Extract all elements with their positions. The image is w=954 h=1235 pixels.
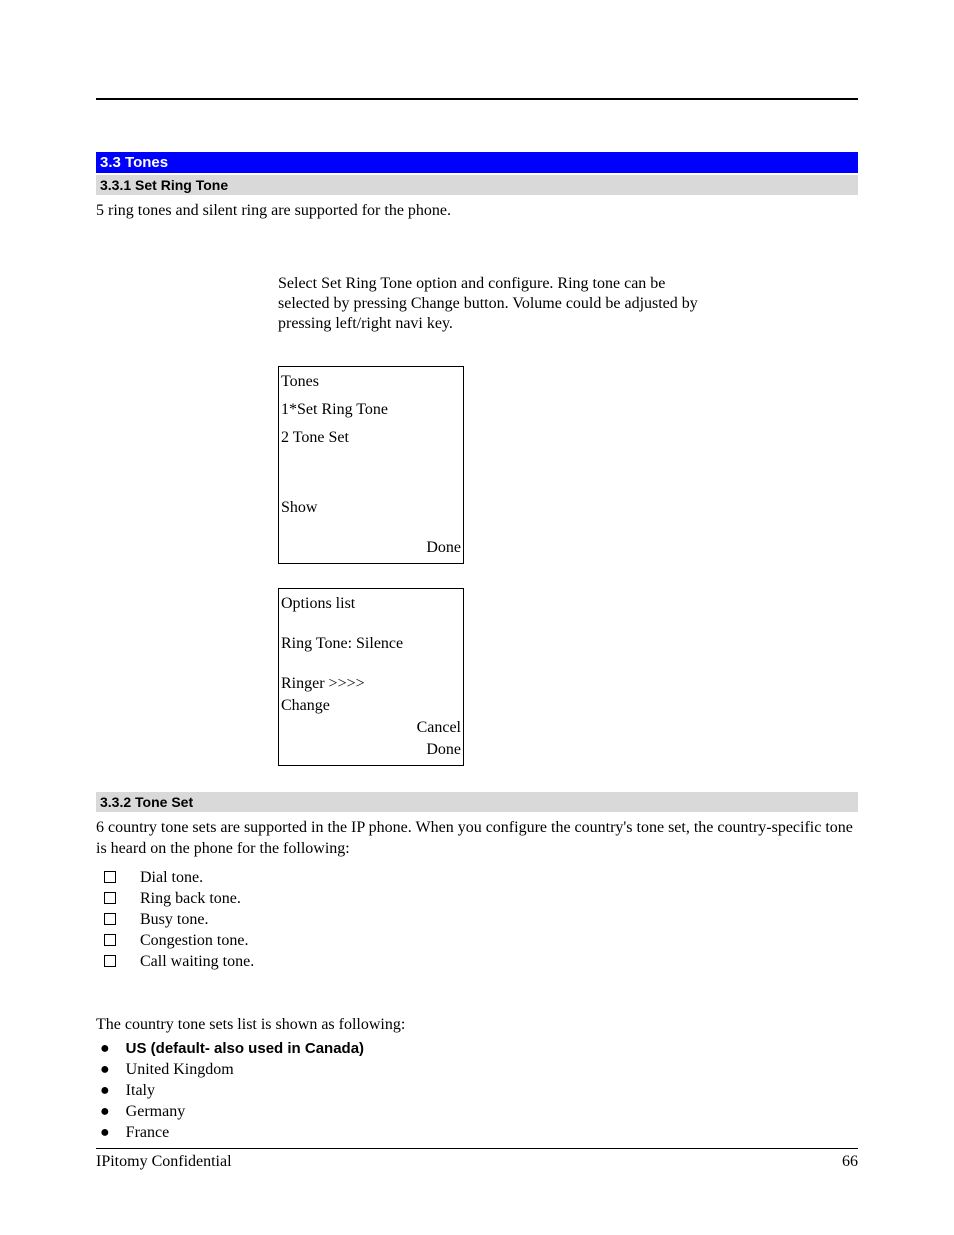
tone-type-label: Dial tone. [140,869,203,887]
page-footer: IPitomy Confidential 66 [96,1148,858,1171]
checkbox-icon [104,871,116,883]
tone-type-label: Congestion tone. [140,932,248,950]
country-label: United Kingdom [126,1061,234,1079]
list-item: ● France [96,1124,858,1142]
tone-type-label: Ring back tone. [140,890,241,908]
list-item: ● US (default- also used in Canada) [96,1040,858,1058]
screen2-softkey-change: Change [281,695,461,717]
screen1-item2: 2 Tone Set [281,427,461,449]
screen1-softkey-show: Show [281,497,461,519]
subsection2-header: 3.3.2 Tone Set [96,792,858,812]
list-item: Dial tone. [96,869,858,887]
tone-type-label: Busy tone. [140,911,208,929]
list-item: ● Italy [96,1082,858,1100]
bullet-icon: ● [100,1061,110,1079]
footer-left: IPitomy Confidential [96,1153,232,1171]
section-header: 3.3 Tones [96,152,858,173]
phone-screen-tones: Tones 1*Set Ring Tone 2 Tone Set Show Do… [278,366,464,564]
screen2-softkey-done: Done [281,739,461,761]
list-item: Call waiting tone. [96,953,858,971]
subsection2-text: 6 country tone sets are supported in the… [96,818,858,860]
screen2-title: Options list [281,593,461,615]
screen1-item1: 1*Set Ring Tone [281,399,461,421]
bullet-icon: ● [100,1124,110,1142]
list-item: Congestion tone. [96,932,858,950]
screen1-title: Tones [281,371,461,393]
phone-screen-options: Options list Ring Tone: Silence Ringer >… [278,588,464,766]
bullet-icon: ● [100,1103,110,1121]
country-list: ● US (default- also used in Canada) ● Unit… [96,1040,858,1142]
checkbox-icon [104,892,116,904]
checkbox-icon [104,913,116,925]
screen1-softkey-done: Done [281,537,461,559]
page-content: 3.3 Tones 3.3.1 Set Ring Tone 5 ring ton… [0,0,954,1142]
tone-type-label: Call waiting tone. [140,953,254,971]
checkbox-icon [104,955,116,967]
screen2-ringtone: Ring Tone: Silence [281,633,461,655]
country-label: Germany [126,1103,186,1121]
instruction-text: Select Set Ring Tone option and configur… [278,274,708,334]
footer-page-number: 66 [842,1153,858,1171]
screen2-ringer: Ringer >>>> [281,673,461,695]
country-label: Italy [126,1082,155,1100]
screen2-softkey-cancel: Cancel [281,717,461,739]
country-list-intro: The country tone sets list is shown as f… [96,1015,858,1036]
subsection1-header: 3.3.1 Set Ring Tone [96,175,858,195]
list-item: ● Germany [96,1103,858,1121]
tone-types-list: Dial tone. Ring back tone. Busy tone. Co… [96,869,858,971]
bullet-icon: ● [100,1082,110,1100]
list-item: Busy tone. [96,911,858,929]
country-label: France [126,1124,170,1142]
subsection1-text: 5 ring tones and silent ring are support… [96,201,858,222]
bullet-icon: ● [100,1040,110,1058]
top-rule [96,98,858,100]
list-item: Ring back tone. [96,890,858,908]
country-label: US (default- also used in Canada) [126,1040,364,1057]
list-item: ● United Kingdom [96,1061,858,1079]
checkbox-icon [104,934,116,946]
